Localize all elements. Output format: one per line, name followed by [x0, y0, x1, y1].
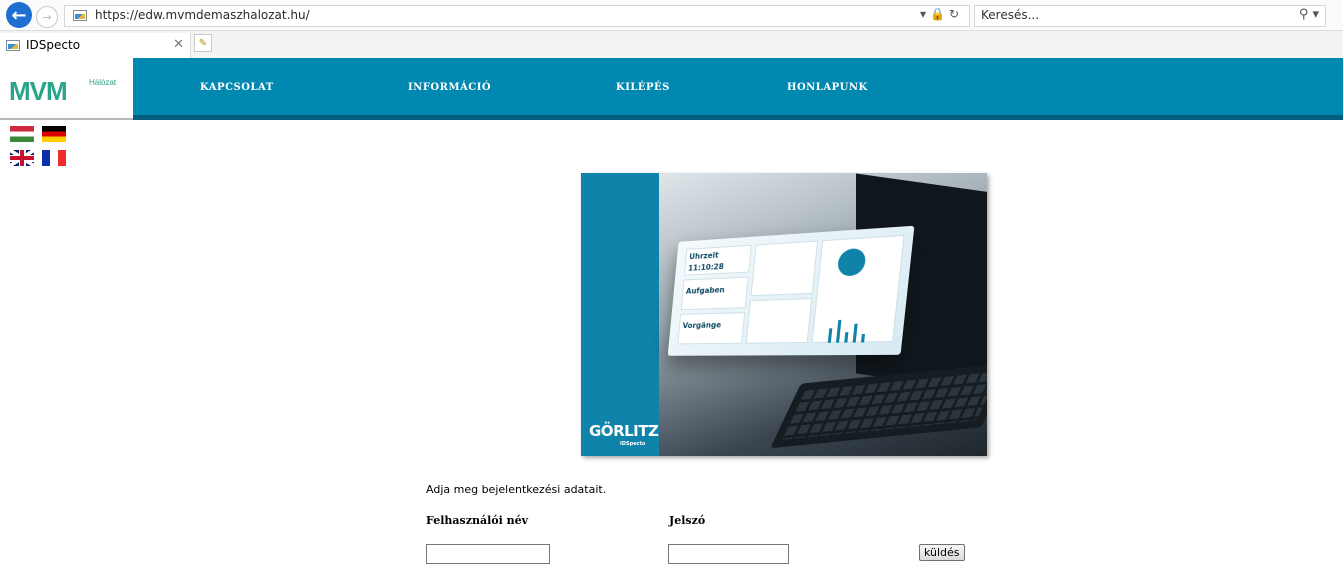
- nav-item-honlapunk[interactable]: HONLAPUNK: [787, 82, 868, 93]
- flag-english-icon[interactable]: [10, 150, 34, 166]
- browser-search-input[interactable]: [981, 8, 1271, 22]
- nav-item-kilepes[interactable]: KILÉPÉS: [616, 82, 670, 93]
- main-navbar: KAPCSOLAT INFORMÁCIÓ KILÉPÉS HONLAPUNK: [133, 58, 1343, 120]
- hero-brand-band: [581, 173, 659, 456]
- tab-title: IDSpecto: [26, 38, 81, 52]
- login-instructions: Adja meg bejelentkezési adatait.: [426, 483, 607, 496]
- close-icon[interactable]: ✕: [173, 37, 184, 52]
- username-input[interactable]: [426, 544, 550, 564]
- flag-hungarian-icon[interactable]: [10, 126, 34, 142]
- dashboard-tile: [745, 298, 813, 344]
- flag-german-icon[interactable]: [42, 126, 66, 142]
- hero-image: Uhrzeit 11:10:28 Aufgaben Vorgänge GÖRLI…: [581, 173, 987, 456]
- hero-dashboard-screen: Uhrzeit 11:10:28 Aufgaben Vorgänge: [667, 225, 915, 356]
- browser-tab[interactable]: IDSpecto ✕: [0, 33, 191, 58]
- hero-brand-logo: GÖRLITZ: [589, 422, 659, 440]
- submit-button[interactable]: küldés: [919, 544, 965, 561]
- dropdown-arrow-icon[interactable]: ▾: [920, 7, 930, 21]
- password-input[interactable]: [668, 544, 789, 564]
- flag-french-icon[interactable]: [42, 150, 66, 166]
- address-row: ← → https://edw.mvmdemaszhalozat.hu/ ▾🔒↻…: [0, 0, 1343, 31]
- forward-arrow-icon[interactable]: →: [36, 6, 58, 28]
- address-bar[interactable]: https://edw.mvmdemaszhalozat.hu/ ▾🔒↻: [64, 5, 970, 27]
- tab-favicon-icon: [6, 40, 20, 51]
- url-text[interactable]: https://edw.mvmdemaszhalozat.hu/: [95, 8, 310, 22]
- browser-chrome: ← → https://edw.mvmdemaszhalozat.hu/ ▾🔒↻…: [0, 0, 1343, 58]
- dashboard-label-uhrzeit: Uhrzeit: [688, 250, 719, 262]
- password-label: Jelszó: [669, 514, 706, 527]
- logo-subtext: Hálózat: [89, 78, 117, 87]
- dashboard-label-time: 11:10:28: [687, 262, 725, 273]
- logo-text: MVM: [9, 76, 68, 106]
- nav-item-kapcsolat[interactable]: KAPCSOLAT: [200, 82, 274, 93]
- site-header: MVM Hálózat KAPCSOLAT INFORMÁCIÓ KILÉPÉS…: [0, 58, 1343, 120]
- lock-icon[interactable]: 🔒: [930, 7, 949, 21]
- username-label: Felhasználói név: [426, 514, 528, 527]
- nav-item-informacio[interactable]: INFORMÁCIÓ: [408, 82, 491, 93]
- search-icon[interactable]: ⚲ ▾: [1299, 7, 1319, 22]
- dashboard-label-aufgaben: Aufgaben: [685, 285, 726, 296]
- logo[interactable]: MVM Hálózat: [0, 58, 133, 120]
- back-arrow-icon[interactable]: ←: [6, 2, 32, 28]
- hero-brand-subtext: IDSpecto: [620, 441, 646, 447]
- refresh-icon[interactable]: ↻: [949, 7, 963, 21]
- site-favicon-icon: [73, 10, 87, 21]
- address-tools: ▾🔒↻: [920, 7, 963, 21]
- dashboard-tile: [750, 240, 819, 297]
- new-tab-icon[interactable]: ✎: [194, 34, 212, 52]
- dashboard-label-vorgange: Vorgänge: [682, 320, 722, 331]
- browser-search-box[interactable]: ⚲ ▾: [974, 5, 1326, 27]
